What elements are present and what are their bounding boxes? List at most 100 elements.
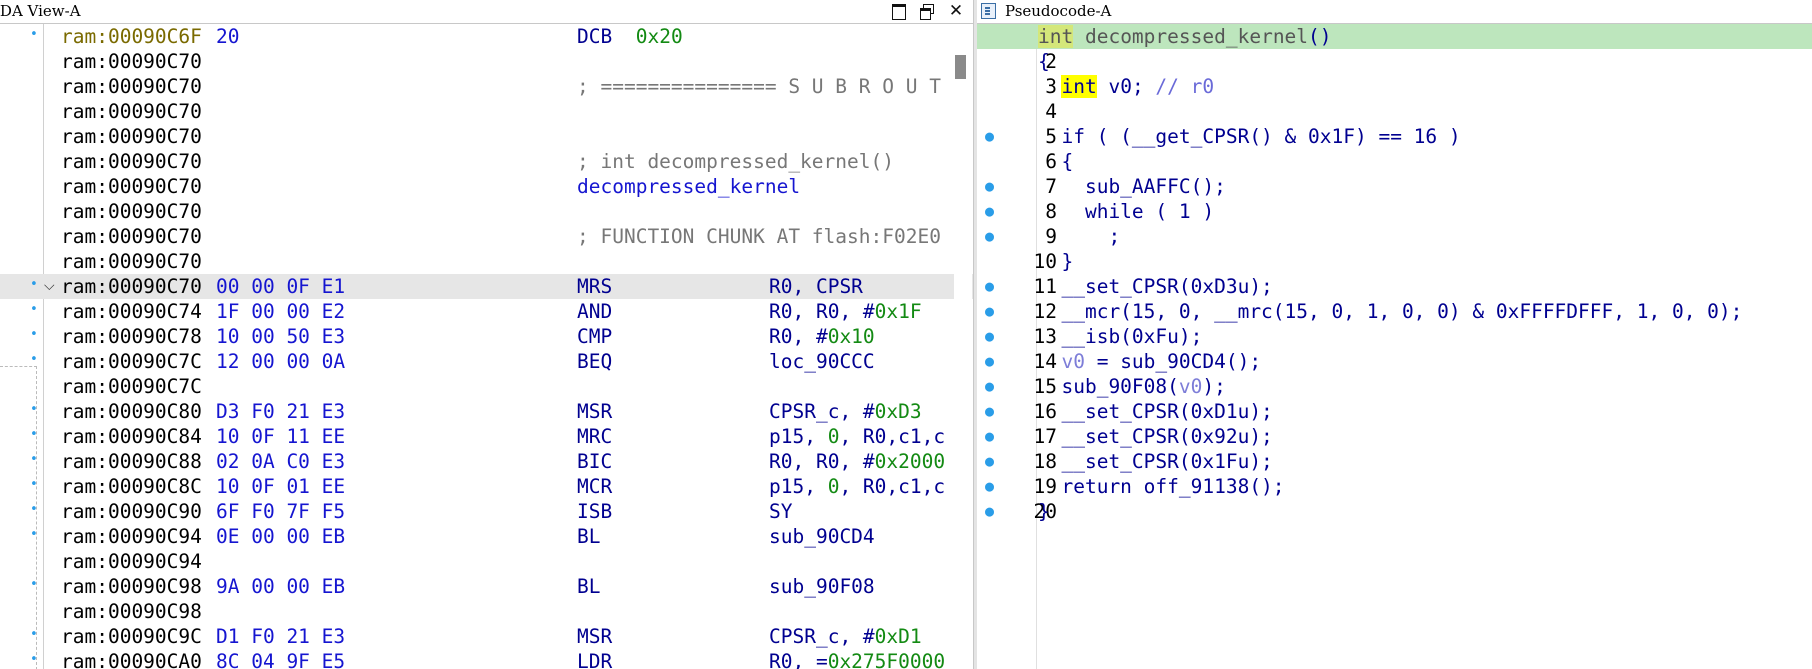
operands[interactable]: sub_90F08 [769, 574, 875, 599]
breakpoint-dot-icon[interactable]: • [30, 472, 38, 497]
disasm-row[interactable]: • ram:00090C94 0E 00 00 EB BL sub_90CD4 [0, 524, 973, 549]
pseudocode-line[interactable]: ● 18 __set_CPSR(0x1Fu); [977, 449, 1812, 474]
pseudocode-line[interactable]: ● 13 __isb(0xFu); [977, 324, 1812, 349]
breakpoint-dot-icon[interactable]: ● [985, 399, 994, 424]
code-text[interactable]: ; [1038, 224, 1120, 249]
address[interactable]: ram:00090C70 [61, 199, 202, 224]
address[interactable]: ram:00090CA0 [61, 649, 202, 669]
disasm-row[interactable]: • ram:00090C74 1F 00 00 E2 AND R0, R0, #0x1F [0, 299, 973, 324]
code-text[interactable]: __mcr(15, 0, __mrc(15, 0, 1, 0, 0) & 0xF… [1038, 299, 1742, 324]
maximize-icon[interactable] [889, 1, 909, 21]
pseudocode-line[interactable]: ● 16 __set_CPSR(0xD1u); [977, 399, 1812, 424]
address[interactable]: ram:00090C7C [61, 374, 202, 399]
breakpoint-dot-icon[interactable]: • [30, 322, 38, 347]
disasm-row[interactable]: • ram:00090C90 6F F0 7F F5 ISB SY [0, 499, 973, 524]
address[interactable]: ram:00090C94 [61, 524, 202, 549]
breakpoint-dot-icon[interactable]: • [30, 622, 38, 647]
address[interactable]: ram:00090C8C [61, 474, 202, 499]
pseudocode-line[interactable]: 10 } [977, 249, 1812, 274]
disasm-row[interactable]: • ram:00090C7C 12 00 00 0A BEQ loc_90CCC [0, 349, 973, 374]
address[interactable]: ram:00090C70 [61, 174, 202, 199]
address[interactable]: ram:00090C70 [61, 74, 202, 99]
address[interactable]: ram:00090C70 [61, 99, 202, 124]
code-text[interactable]: __set_CPSR(0x92u); [1038, 424, 1272, 449]
disasm-row[interactable]: • ⌵ ram:00090C70 00 00 0F E1 MRS R0, CPSR [0, 274, 973, 299]
breakpoint-dot-icon[interactable]: • [30, 397, 38, 422]
ida-view-pane[interactable]: IDA View-A ✕ • ram:00090C6F 20 DCB 0x20 ram:… [0, 0, 973, 669]
operands[interactable]: R0, =0x275F0000 [769, 649, 945, 669]
code-text[interactable]: { [1038, 149, 1073, 174]
operands[interactable]: SY [769, 499, 792, 524]
pseudocode-line[interactable]: ● 17 __set_CPSR(0x92u); [977, 424, 1812, 449]
disasm-row[interactable]: ram:00090C70 [0, 124, 973, 149]
breakpoint-dot-icon[interactable]: • [30, 297, 38, 322]
pseudocode-line[interactable]: 4 [977, 99, 1812, 124]
code-text[interactable]: if ( (__get_CPSR() & 0x1F) == 16 ) [1038, 124, 1460, 149]
operands[interactable]: sub_90CD4 [769, 524, 875, 549]
disasm-row[interactable]: ram:00090C70 decompressed_kernel [0, 174, 973, 199]
pseudocode-line[interactable]: ● 12 __mcr(15, 0, __mrc(15, 0, 1, 0, 0) &… [977, 299, 1812, 324]
code-text[interactable]: sub_90F08(v0); [1038, 374, 1225, 399]
code-text[interactable]: __isb(0xFu); [1038, 324, 1202, 349]
pseudocode-line[interactable]: ● 8 while ( 1 ) [977, 199, 1812, 224]
breakpoint-dot-icon[interactable]: • [30, 422, 38, 447]
breakpoint-dot-icon[interactable]: ● [985, 324, 994, 349]
operands[interactable]: CPSR_c, #0xD3 [769, 399, 922, 424]
disasm-row[interactable]: ram:00090C98 [0, 599, 973, 624]
disasm-row[interactable]: • ram:00090C9C D1 F0 21 E3 MSR CPSR_c, #0xD1 [0, 624, 973, 649]
disassembly-listing[interactable]: • ram:00090C6F 20 DCB 0x20 ram:00090C70 ram:0… [0, 24, 973, 669]
breakpoint-dot-icon[interactable]: ● [985, 424, 994, 449]
code-text[interactable]: return off_91138(); [1038, 474, 1284, 499]
address[interactable]: ram:00090C6F [61, 24, 202, 49]
code-text[interactable]: v0 = sub_90CD4(); [1038, 349, 1261, 374]
disasm-row[interactable]: ram:00090C70 ; FUNCTION CHUNK AT flash:F0… [0, 224, 973, 249]
operands[interactable]: CPSR_c, #0xD1 [769, 624, 922, 649]
breakpoint-dot-icon[interactable]: ● [985, 349, 994, 374]
operands[interactable]: p15, 0, R0,c1,c [769, 424, 945, 449]
disasm-row[interactable]: ram:00090C70 [0, 49, 973, 74]
code-text[interactable]: __set_CPSR(0x1Fu); [1038, 449, 1272, 474]
close-icon[interactable]: ✕ [946, 1, 966, 21]
pseudocode-line[interactable]: ● 7 sub_AAFFC(); [977, 174, 1812, 199]
function-label[interactable]: decompressed_kernel [577, 174, 800, 199]
collapse-chevron-icon[interactable]: ⌵ [44, 274, 55, 299]
address[interactable]: ram:00090C7C [61, 349, 202, 374]
disasm-row[interactable]: • ram:00090C8C 10 0F 01 EE MCR p15, 0, R0,c1… [0, 474, 973, 499]
breakpoint-dot-icon[interactable]: ● [985, 299, 994, 324]
disasm-row[interactable]: • ram:00090CA0 8C 04 9F E5 LDR R0, =0x275F00… [0, 649, 973, 669]
address[interactable]: ram:00090C80 [61, 399, 202, 424]
code-text[interactable]: } [1038, 499, 1050, 524]
breakpoint-dot-icon[interactable]: ● [985, 274, 994, 299]
disasm-row[interactable]: • ram:00090C80 D3 F0 21 E3 MSR CPSR_c, #0xD3 [0, 399, 973, 424]
code-text[interactable]: __set_CPSR(0xD1u); [1038, 399, 1272, 424]
pseudocode-listing[interactable]: 1int decompressed_kernel()2{3 int v0; //… [977, 24, 1812, 524]
code-text[interactable]: } [1038, 249, 1073, 274]
address[interactable]: ram:00090C84 [61, 424, 202, 449]
operands[interactable]: R0, R0, #0x1F [769, 299, 922, 324]
disasm-row[interactable]: • ram:00090C84 10 0F 11 EE MRC p15, 0, R0,c1… [0, 424, 973, 449]
breakpoint-dot-icon[interactable]: • [30, 447, 38, 472]
code-text[interactable]: while ( 1 ) [1038, 199, 1214, 224]
pseudocode-line[interactable]: 3 int v0; // r0 [977, 74, 1812, 99]
disasm-row[interactable]: ram:00090C7C [0, 374, 973, 399]
address[interactable]: ram:00090C70 [61, 274, 202, 299]
breakpoint-dot-icon[interactable]: • [30, 497, 38, 522]
address[interactable]: ram:00090C90 [61, 499, 202, 524]
pseudocode-line[interactable]: ● 9 ; [977, 224, 1812, 249]
scrollbar-thumb[interactable] [955, 55, 966, 79]
operands[interactable]: loc_90CCC [769, 349, 875, 374]
address[interactable]: ram:00090C70 [61, 149, 202, 174]
address[interactable]: ram:00090C70 [61, 249, 202, 274]
address[interactable]: ram:00090C94 [61, 549, 202, 574]
breakpoint-dot-icon[interactable]: ● [985, 174, 994, 199]
breakpoint-dot-icon[interactable]: • [30, 522, 38, 547]
code-text[interactable]: int v0; // r0 [1038, 74, 1214, 99]
disasm-row[interactable]: ram:00090C70 [0, 249, 973, 274]
code-text[interactable]: __set_CPSR(0xD3u); [1038, 274, 1272, 299]
pseudocode-line[interactable]: ● 20} [977, 499, 1812, 524]
pseudocode-line[interactable]: ● 15 sub_90F08(v0); [977, 374, 1812, 399]
breakpoint-dot-icon[interactable]: ● [985, 124, 994, 149]
disasm-row[interactable]: ram:00090C70 [0, 199, 973, 224]
disasm-row[interactable]: ram:00090C70 [0, 99, 973, 124]
restore-icon[interactable] [918, 1, 938, 21]
